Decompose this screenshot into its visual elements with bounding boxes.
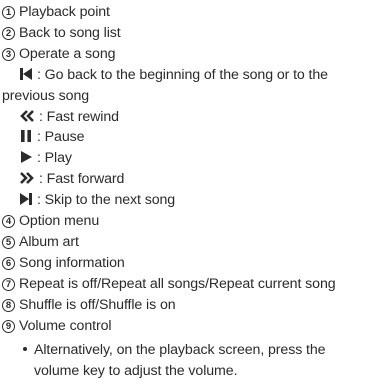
item-text: Shuffle is off/Shuffle is on	[19, 297, 176, 313]
control-skip-next: : Skip to the next song	[19, 191, 175, 211]
control-skip-back-continued: previous song	[2, 87, 89, 105]
item-back-to-song-list: 2 Back to song list	[2, 24, 121, 42]
fast-forward-icon	[19, 171, 35, 190]
note-text: Alternatively, on the playback screen, p…	[34, 342, 326, 358]
note-volume-key: Alternatively, on the playback screen, p…	[23, 341, 326, 359]
item-text: Playback point	[19, 4, 110, 20]
item-operate-a-song: 3 Operate a song	[2, 45, 116, 63]
number-badge: 6	[2, 257, 15, 270]
skip-next-icon	[19, 192, 33, 211]
item-text: Song information	[19, 255, 125, 271]
control-description: previous song	[2, 88, 90, 104]
control-description: : Skip to the next song	[37, 192, 176, 208]
number-badge: 7	[2, 278, 15, 291]
note-text: volume key to adjust the volume.	[34, 363, 238, 379]
item-text: Back to song list	[19, 25, 121, 41]
fast-rewind-icon	[19, 109, 35, 128]
control-skip-back: : Go back to the beginning of the song o…	[19, 66, 328, 86]
item-album-art: 5 Album art	[2, 233, 79, 251]
number-badge: 8	[2, 299, 15, 312]
item-song-information: 6 Song information	[2, 254, 125, 272]
item-text: Repeat is off/Repeat all songs/Repeat cu…	[19, 276, 336, 292]
control-description: : Play	[37, 150, 72, 166]
control-fast-rewind: : Fast rewind	[19, 108, 119, 128]
number-badge: 2	[2, 27, 15, 40]
number-badge: 5	[2, 236, 15, 249]
item-text: Album art	[19, 234, 79, 250]
item-shuffle: 8 Shuffle is off/Shuffle is on	[2, 296, 176, 314]
item-text: Volume control	[19, 318, 112, 334]
item-text: Option menu	[19, 213, 100, 229]
skip-back-icon	[19, 67, 33, 86]
control-fast-forward: : Fast forward	[19, 170, 124, 190]
note-volume-key-continued: volume key to adjust the volume.	[34, 362, 238, 380]
item-volume-control: 9 Volume control	[2, 317, 112, 335]
item-playback-point: 1 Playback point	[2, 3, 110, 21]
pause-icon	[19, 129, 33, 148]
number-badge: 9	[2, 320, 15, 333]
control-description: : Go back to the beginning of the song o…	[37, 67, 328, 83]
bullet-icon	[23, 347, 27, 351]
item-option-menu: 4 Option menu	[2, 212, 99, 230]
number-badge: 4	[2, 215, 15, 228]
number-badge: 1	[2, 6, 15, 19]
manual-page: 1 Playback point 2 Back to song list 3 Oper…	[0, 0, 383, 386]
control-play: : Play	[19, 149, 72, 169]
play-icon	[19, 150, 33, 169]
control-description: : Fast rewind	[39, 109, 119, 125]
number-badge: 3	[2, 48, 15, 61]
control-description: : Pause	[37, 129, 85, 145]
item-text: Operate a song	[19, 46, 116, 62]
control-pause: : Pause	[19, 128, 85, 148]
item-repeat: 7 Repeat is off/Repeat all songs/Repeat c…	[2, 275, 336, 293]
control-description: : Fast forward	[39, 171, 125, 187]
